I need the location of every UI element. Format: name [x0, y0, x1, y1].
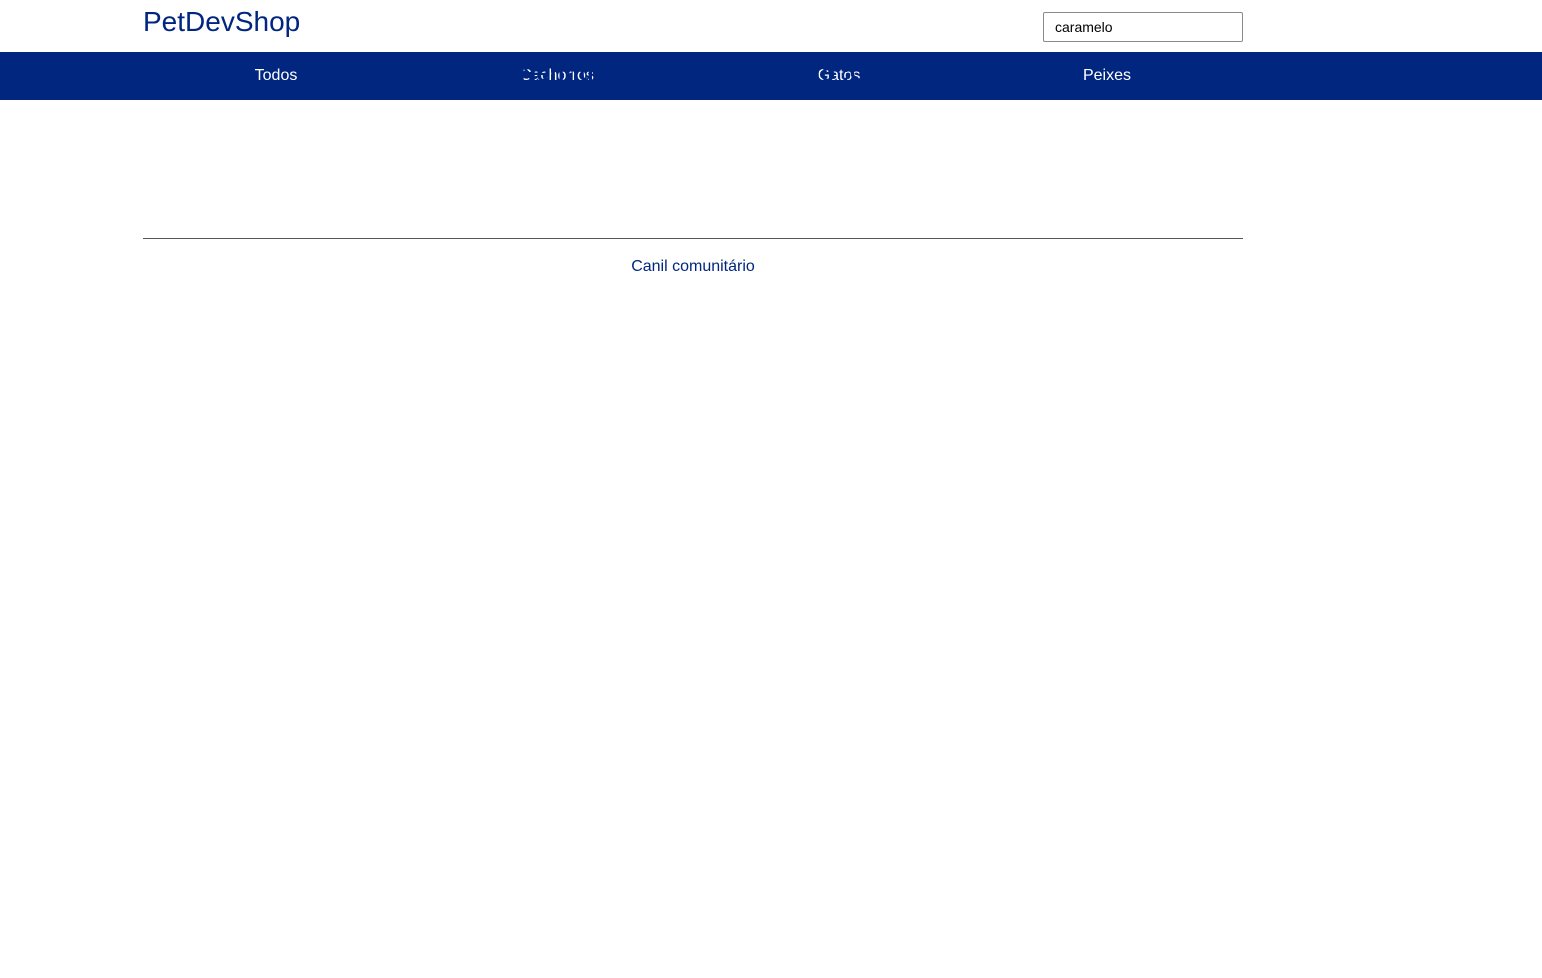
empty-results-message: Nenhum animal encontrado :C [518, 60, 868, 87]
brand-logo-link[interactable]: PetDevShop [143, 6, 300, 38]
footer-link-canil[interactable]: Canil comunitário [631, 258, 755, 275]
search-input[interactable] [1043, 12, 1243, 42]
footer: Canil comunitário [143, 257, 1243, 277]
footer-divider [143, 238, 1243, 239]
header: PetDevShop [0, 0, 1542, 52]
